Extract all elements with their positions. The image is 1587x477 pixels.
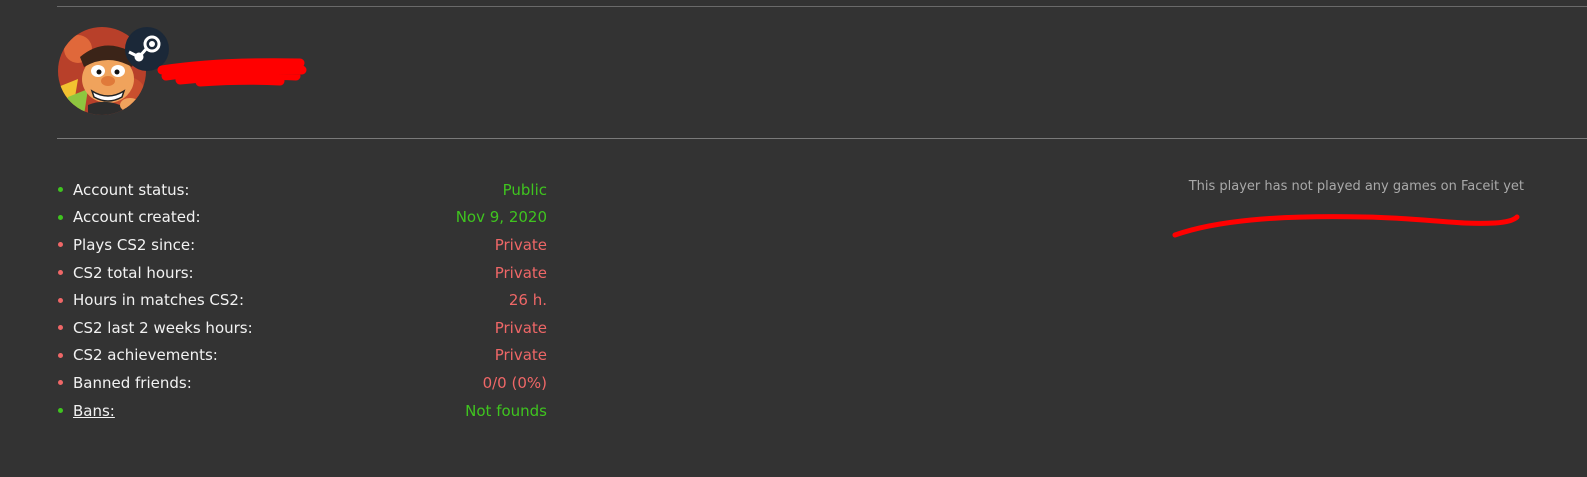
stat-row: CS2 last 2 weeks hours: Private — [57, 314, 557, 342]
status-dot-icon — [58, 352, 63, 358]
stat-label: Account status: — [73, 180, 190, 199]
stat-value: Public — [502, 180, 547, 199]
faceit-redaction-scribble — [1172, 214, 1520, 238]
stat-value: Private — [494, 346, 547, 365]
status-dot-icon — [58, 408, 63, 414]
stat-label: Hours in matches CS2: — [73, 291, 244, 310]
status-dot-icon — [58, 214, 63, 220]
status-dot-icon — [58, 187, 63, 193]
stat-value: Not founds — [465, 401, 547, 420]
stat-row: CS2 achievements: Private — [57, 342, 557, 370]
stat-row: CS2 total hours: Private — [57, 259, 557, 287]
section-divider — [57, 138, 1587, 139]
stat-row: Hours in matches CS2: 26 h. — [57, 286, 557, 314]
stat-value: 26 h. — [508, 291, 547, 310]
stat-row: Account created: Nov 9, 2020 — [57, 204, 557, 232]
stat-label: CS2 total hours: — [73, 263, 194, 282]
profile-page: Account status: Public Account created: Nov… — [0, 0, 1587, 477]
status-dot-icon — [58, 380, 63, 386]
account-stats-list: Account status: Public Account created: Nov… — [57, 176, 557, 424]
stat-label: CS2 achievements: — [73, 346, 218, 365]
stat-value: Nov 9, 2020 — [455, 208, 547, 227]
stat-row: Plays CS2 since: Private — [57, 231, 557, 259]
username-redaction-scribble — [157, 58, 307, 87]
stat-label: Plays CS2 since: — [73, 235, 196, 254]
stat-row[interactable]: Bans: Not founds — [57, 397, 557, 425]
status-dot-icon — [58, 242, 63, 248]
stat-row: Banned friends: 0/0 (0%) — [57, 369, 557, 397]
stat-value: 0/0 (0%) — [482, 373, 547, 392]
faceit-message: This player has not played any games on … — [1188, 179, 1524, 194]
status-dot-icon — [58, 325, 63, 331]
stat-value: Private — [494, 235, 547, 254]
status-dot-icon — [58, 270, 63, 276]
stat-value: Private — [494, 263, 547, 282]
stat-row: Account status: Public — [57, 176, 557, 204]
status-dot-icon — [58, 297, 63, 303]
stat-value: Private — [494, 318, 547, 337]
top-divider — [57, 6, 1587, 7]
stat-label: CS2 last 2 weeks hours: — [73, 318, 253, 337]
